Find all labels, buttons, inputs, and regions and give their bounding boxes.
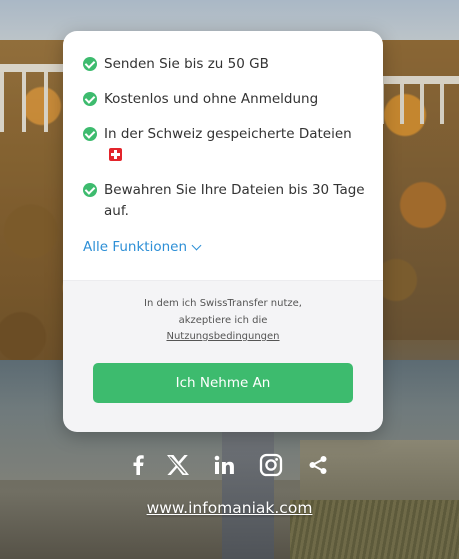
bridge-arch [380,76,459,124]
infomaniak-link[interactable]: www.infomaniak.com [0,499,459,517]
swiss-flag-icon [109,148,122,161]
feature-text: Senden Sie bis zu 50 GB [104,56,269,72]
terms-link[interactable]: Nutzungsbedingungen [166,331,279,342]
accept-button[interactable]: Ich Nehme An [93,362,353,403]
check-icon [83,183,97,197]
consent-text: In dem ich SwissTransfer nutze, akzeptie… [63,296,383,346]
feature-item: In der Schweiz gespeicherte Dateien [83,124,365,166]
chevron-down-icon [191,240,202,250]
bridge-arch [0,64,70,132]
linkedin-icon[interactable] [213,452,235,478]
info-card: Senden Sie bis zu 50 GB Kostenlos und oh… [63,31,383,432]
check-icon [83,92,97,106]
check-icon [83,127,97,141]
features-section: Senden Sie bis zu 50 GB Kostenlos und oh… [63,31,383,280]
feature-text: Kostenlos und ohne Anmeldung [104,91,319,107]
consent-line: akzeptiere ich die [178,314,268,326]
share-icon[interactable] [307,452,329,478]
consent-line: In dem ich SwissTransfer nutze, [144,298,302,309]
all-functions-label: Alle Funktionen [83,239,188,255]
social-links [0,452,459,480]
instagram-icon[interactable] [257,452,284,478]
check-icon [83,57,97,71]
all-functions-link[interactable]: Alle Funktionen [83,239,202,255]
feature-text: In der Schweiz gespeicherte Dateien [104,126,352,142]
feature-item: Senden Sie bis zu 50 GB [83,54,365,75]
x-icon[interactable] [165,452,191,478]
feature-text: Bewahren Sie Ihre Dateien bis 30 Tage au… [104,182,365,219]
consent-section: In dem ich SwissTransfer nutze, akzeptie… [63,280,383,432]
feature-item: Kostenlos und ohne Anmeldung [83,89,365,110]
feature-item: Bewahren Sie Ihre Dateien bis 30 Tage au… [83,180,365,222]
facebook-icon[interactable] [130,452,146,478]
